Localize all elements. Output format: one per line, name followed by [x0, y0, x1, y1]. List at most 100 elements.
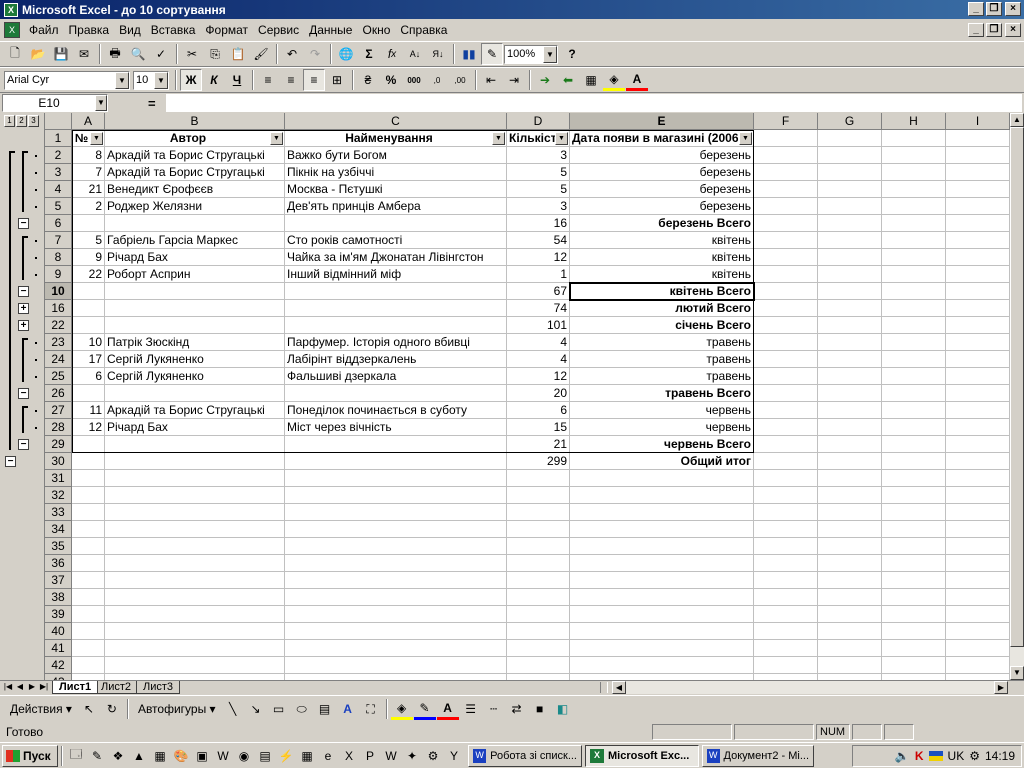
outline-collapse-icon[interactable]: − — [18, 439, 29, 450]
sheet-tab[interactable]: Лист2 — [94, 681, 139, 694]
cell[interactable]: 11 — [72, 402, 105, 419]
cell[interactable] — [285, 283, 507, 300]
close-button[interactable]: × — [1005, 2, 1021, 16]
cell[interactable]: Понеділок починається в суботу — [285, 402, 507, 419]
cell[interactable] — [946, 300, 1010, 317]
free-rotate-icon[interactable]: ↻ — [101, 698, 123, 720]
cell[interactable]: 5 — [72, 232, 105, 249]
arrow-style-icon[interactable]: ⇄ — [506, 698, 528, 720]
row-header[interactable]: 4 — [45, 181, 72, 198]
cell[interactable] — [570, 555, 754, 572]
cell[interactable] — [72, 487, 105, 504]
cell[interactable] — [818, 351, 882, 368]
cell[interactable] — [570, 521, 754, 538]
paint-icon[interactable]: 🎨 — [171, 746, 191, 766]
cell[interactable]: Пікнік на узбіччі — [285, 164, 507, 181]
cell[interactable] — [882, 164, 946, 181]
autofilter-dropdown-icon[interactable]: ▼ — [492, 132, 505, 145]
cell[interactable]: 21 — [72, 181, 105, 198]
calc-icon[interactable]: ▦ — [297, 746, 317, 766]
cell[interactable]: червень Всего — [570, 436, 754, 453]
align-left-icon[interactable]: ≡ — [257, 69, 279, 91]
clipart-icon[interactable]: ⛶ — [360, 698, 382, 720]
select-pointer-icon[interactable]: ↖ — [78, 698, 100, 720]
cell[interactable] — [946, 538, 1010, 555]
borders-icon[interactable]: ▦ — [580, 69, 602, 91]
menu-item[interactable]: Правка — [64, 23, 115, 37]
column-header[interactable]: I — [946, 113, 1010, 130]
scroll-left-icon[interactable]: ◀ — [612, 681, 626, 694]
line-style-icon[interactable]: ☰ — [460, 698, 482, 720]
cell[interactable] — [72, 215, 105, 232]
column-header[interactable]: A — [72, 113, 105, 130]
cell[interactable] — [818, 317, 882, 334]
cell[interactable]: Общий итог — [570, 453, 754, 470]
wordart-icon[interactable]: A — [337, 698, 359, 720]
start-button[interactable]: Пуск — [2, 744, 58, 767]
merge-center-icon[interactable]: ⊞ — [326, 69, 348, 91]
cell[interactable] — [570, 572, 754, 589]
cell[interactable] — [946, 266, 1010, 283]
function-icon[interactable]: fx — [381, 43, 403, 65]
cell[interactable] — [72, 283, 105, 300]
cell[interactable] — [285, 470, 507, 487]
cell[interactable] — [754, 300, 818, 317]
cell[interactable] — [754, 249, 818, 266]
autofilter-dropdown-icon[interactable]: ▼ — [270, 132, 283, 145]
sheet-tab[interactable]: Лист3 — [136, 681, 181, 694]
task-robota[interactable]: W Робота зі списк... — [468, 744, 582, 767]
column-header[interactable]: G — [818, 113, 882, 130]
line-icon[interactable]: ╲ — [222, 698, 244, 720]
italic-button[interactable]: К — [203, 69, 225, 91]
cell[interactable]: Габріель Гарсіа Маркес — [105, 232, 285, 249]
cell[interactable] — [105, 283, 285, 300]
cell[interactable] — [754, 640, 818, 657]
cell[interactable] — [882, 487, 946, 504]
cell[interactable] — [754, 164, 818, 181]
cell[interactable] — [105, 215, 285, 232]
cell[interactable] — [285, 606, 507, 623]
cell[interactable] — [754, 385, 818, 402]
chevron-down-icon[interactable]: ▼ — [95, 95, 107, 111]
cell[interactable] — [818, 572, 882, 589]
cell[interactable] — [105, 300, 285, 317]
cell[interactable] — [882, 215, 946, 232]
cell[interactable]: квітень — [570, 232, 754, 249]
cell[interactable] — [754, 317, 818, 334]
row-header[interactable]: 37 — [45, 572, 72, 589]
row-header[interactable]: 10 — [45, 283, 72, 300]
cell[interactable] — [105, 623, 285, 640]
column-header[interactable]: H — [882, 113, 946, 130]
doc-restore-button[interactable]: ❐ — [986, 23, 1002, 37]
row-header[interactable]: 34 — [45, 521, 72, 538]
cell[interactable] — [507, 589, 570, 606]
chevron-down-icon[interactable]: ▼ — [154, 71, 168, 89]
cell[interactable]: 12 — [507, 249, 570, 266]
cell[interactable] — [946, 572, 1010, 589]
row-header[interactable]: 38 — [45, 589, 72, 606]
cell[interactable] — [507, 623, 570, 640]
row-header[interactable]: 8 — [45, 249, 72, 266]
row-header[interactable]: 24 — [45, 351, 72, 368]
cell[interactable] — [285, 589, 507, 606]
cell[interactable]: 2 — [72, 198, 105, 215]
cell[interactable]: 10 — [72, 334, 105, 351]
open-icon[interactable]: 📂 — [27, 43, 49, 65]
name-box[interactable]: E10 ▼ — [2, 94, 108, 112]
tab-split-handle[interactable] — [600, 682, 608, 693]
menu-item[interactable]: Формат — [200, 23, 253, 37]
cell[interactable] — [882, 385, 946, 402]
decrease-indent-icon[interactable]: ⇤ — [480, 69, 502, 91]
cell[interactable] — [754, 232, 818, 249]
cell[interactable] — [754, 334, 818, 351]
cell[interactable] — [946, 504, 1010, 521]
cell[interactable] — [507, 504, 570, 521]
cell[interactable] — [105, 572, 285, 589]
cell[interactable] — [754, 215, 818, 232]
desktop-icon[interactable]: ✎ — [87, 746, 107, 766]
arrow-right-icon[interactable]: ➔ — [534, 69, 556, 91]
cell[interactable] — [946, 419, 1010, 436]
cell[interactable] — [105, 538, 285, 555]
chevron-down-icon[interactable]: ▼ — [115, 71, 129, 89]
cell[interactable] — [946, 249, 1010, 266]
